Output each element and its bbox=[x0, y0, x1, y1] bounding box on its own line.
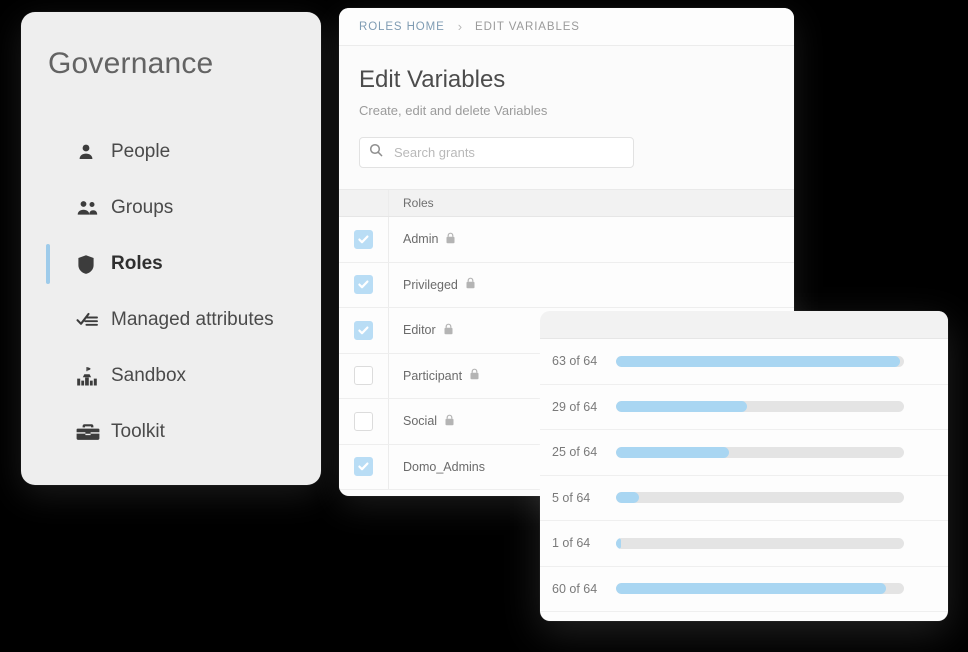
sidebar-item-label: Toolkit bbox=[111, 421, 165, 442]
governance-sidebar-card: Governance People Groups Roles Managed a… bbox=[21, 12, 321, 485]
lock-icon bbox=[445, 232, 456, 247]
row-checkbox-cell[interactable] bbox=[339, 444, 389, 489]
toolbox-icon bbox=[76, 420, 102, 444]
table-row[interactable]: Privileged bbox=[339, 262, 794, 308]
progress-bar-track bbox=[616, 355, 904, 367]
search-box[interactable] bbox=[359, 137, 634, 168]
sidebar-item-label: Groups bbox=[111, 197, 174, 218]
grants-progress-card: 63 of 64 29 of 64 25 of 64 5 of 64 1 of bbox=[540, 311, 948, 621]
progress-row: 5 of 64 bbox=[540, 476, 948, 521]
progress-row: 29 of 64 bbox=[540, 385, 948, 430]
row-checkbox-cell[interactable] bbox=[339, 399, 389, 444]
checklist-icon bbox=[76, 308, 102, 332]
progress-bar-fill bbox=[616, 537, 621, 549]
search-input[interactable] bbox=[392, 144, 612, 161]
breadcrumb-current: EDIT VARIABLES bbox=[475, 20, 580, 33]
progress-bar-track bbox=[616, 446, 904, 458]
row-checkbox-cell[interactable] bbox=[339, 353, 389, 398]
breadcrumb-roles-home-link[interactable]: ROLES HOME bbox=[359, 21, 445, 33]
table-header-row: Roles bbox=[339, 189, 794, 217]
lock-icon bbox=[444, 414, 455, 429]
active-accent-bar bbox=[46, 300, 50, 340]
progress-bar-fill bbox=[616, 492, 639, 504]
role-name: Admin bbox=[403, 232, 439, 247]
progress-label: 63 of 64 bbox=[552, 354, 598, 369]
active-accent-bar bbox=[46, 188, 50, 228]
row-checkbox[interactable] bbox=[354, 229, 373, 249]
role-name: Editor bbox=[403, 323, 436, 338]
breadcrumb: ROLES HOME › EDIT VARIABLES bbox=[339, 8, 794, 46]
role-name: Social bbox=[403, 414, 438, 429]
sidebar-item-roles[interactable]: Roles bbox=[21, 236, 321, 292]
row-checkbox[interactable] bbox=[354, 366, 373, 386]
sidebar-item-label: People bbox=[111, 141, 171, 162]
role-name-cell: Domo_Admins bbox=[389, 460, 485, 474]
sandcastle-icon bbox=[76, 364, 102, 388]
progress-bar-track bbox=[616, 401, 904, 413]
sidebar-item-managed-attributes[interactable]: Managed attributes bbox=[21, 292, 321, 348]
row-checkbox[interactable] bbox=[354, 275, 373, 295]
shield-icon bbox=[76, 252, 102, 276]
row-checkbox[interactable] bbox=[354, 457, 373, 477]
page-title: Governance bbox=[48, 47, 214, 80]
role-name: Privileged bbox=[403, 277, 458, 292]
progress-bar-fill bbox=[616, 583, 886, 595]
search-icon bbox=[369, 143, 383, 162]
active-accent-bar bbox=[46, 412, 50, 452]
progress-row: 63 of 64 bbox=[540, 339, 948, 385]
progress-row: 1 of 64 bbox=[540, 521, 948, 567]
role-name-cell: Participant bbox=[389, 368, 480, 383]
header-checkbox-cell bbox=[339, 190, 389, 216]
row-checkbox-cell[interactable] bbox=[339, 308, 389, 353]
sidebar-item-label: Sandbox bbox=[111, 365, 187, 386]
progress-row: 60 of 64 bbox=[540, 567, 948, 612]
progress-label: 60 of 64 bbox=[552, 581, 598, 596]
lock-icon bbox=[469, 368, 480, 383]
table-row[interactable]: Admin bbox=[339, 217, 794, 263]
progress-bar-track bbox=[616, 537, 904, 549]
progress-label: 1 of 64 bbox=[552, 536, 591, 551]
active-accent-bar bbox=[46, 132, 50, 172]
role-name-cell: Editor bbox=[389, 323, 454, 338]
sidebar-nav: People Groups Roles Managed attributes S… bbox=[21, 124, 321, 460]
sidebar-item-label: Managed attributes bbox=[111, 309, 274, 330]
role-name: Participant bbox=[403, 368, 463, 383]
sidebar-item-toolkit[interactable]: Toolkit bbox=[21, 404, 321, 460]
progress-bar-fill bbox=[616, 355, 900, 367]
person-icon bbox=[76, 140, 102, 164]
row-checkbox[interactable] bbox=[354, 411, 373, 431]
progress-bar-fill bbox=[616, 446, 729, 458]
role-name: Domo_Admins bbox=[403, 459, 485, 474]
sidebar-item-groups[interactable]: Groups bbox=[21, 180, 321, 236]
role-name-cell: Social bbox=[389, 414, 455, 429]
row-checkbox-cell[interactable] bbox=[339, 217, 389, 262]
column-header-roles: Roles bbox=[403, 196, 434, 210]
role-name-cell: Admin bbox=[389, 232, 456, 247]
progress-panel-header bbox=[540, 311, 948, 339]
sidebar-item-people[interactable]: People bbox=[21, 124, 321, 180]
lock-icon bbox=[465, 277, 476, 292]
main-page-title: Edit Variables bbox=[359, 66, 506, 93]
progress-bar-track bbox=[616, 492, 904, 504]
progress-bar-track bbox=[616, 583, 904, 595]
chevron-right-icon: › bbox=[457, 19, 463, 34]
active-accent-bar bbox=[46, 356, 50, 396]
people-group-icon bbox=[76, 196, 102, 220]
progress-label: 29 of 64 bbox=[552, 399, 598, 414]
progress-label: 25 of 64 bbox=[552, 445, 598, 460]
sidebar-item-sandbox[interactable]: Sandbox bbox=[21, 348, 321, 404]
screenshot-stage: Governance People Groups Roles Managed a… bbox=[0, 0, 968, 652]
row-checkbox[interactable] bbox=[354, 320, 373, 340]
sidebar-item-label: Roles bbox=[111, 253, 163, 274]
lock-icon bbox=[443, 323, 454, 338]
progress-label: 5 of 64 bbox=[552, 490, 591, 505]
active-accent-bar bbox=[46, 244, 50, 284]
main-page-subtitle: Create, edit and delete Variables bbox=[359, 103, 548, 118]
progress-bar-fill bbox=[616, 401, 747, 413]
role-name-cell: Privileged bbox=[389, 277, 476, 292]
row-checkbox-cell[interactable] bbox=[339, 262, 389, 307]
progress-row: 25 of 64 bbox=[540, 430, 948, 476]
